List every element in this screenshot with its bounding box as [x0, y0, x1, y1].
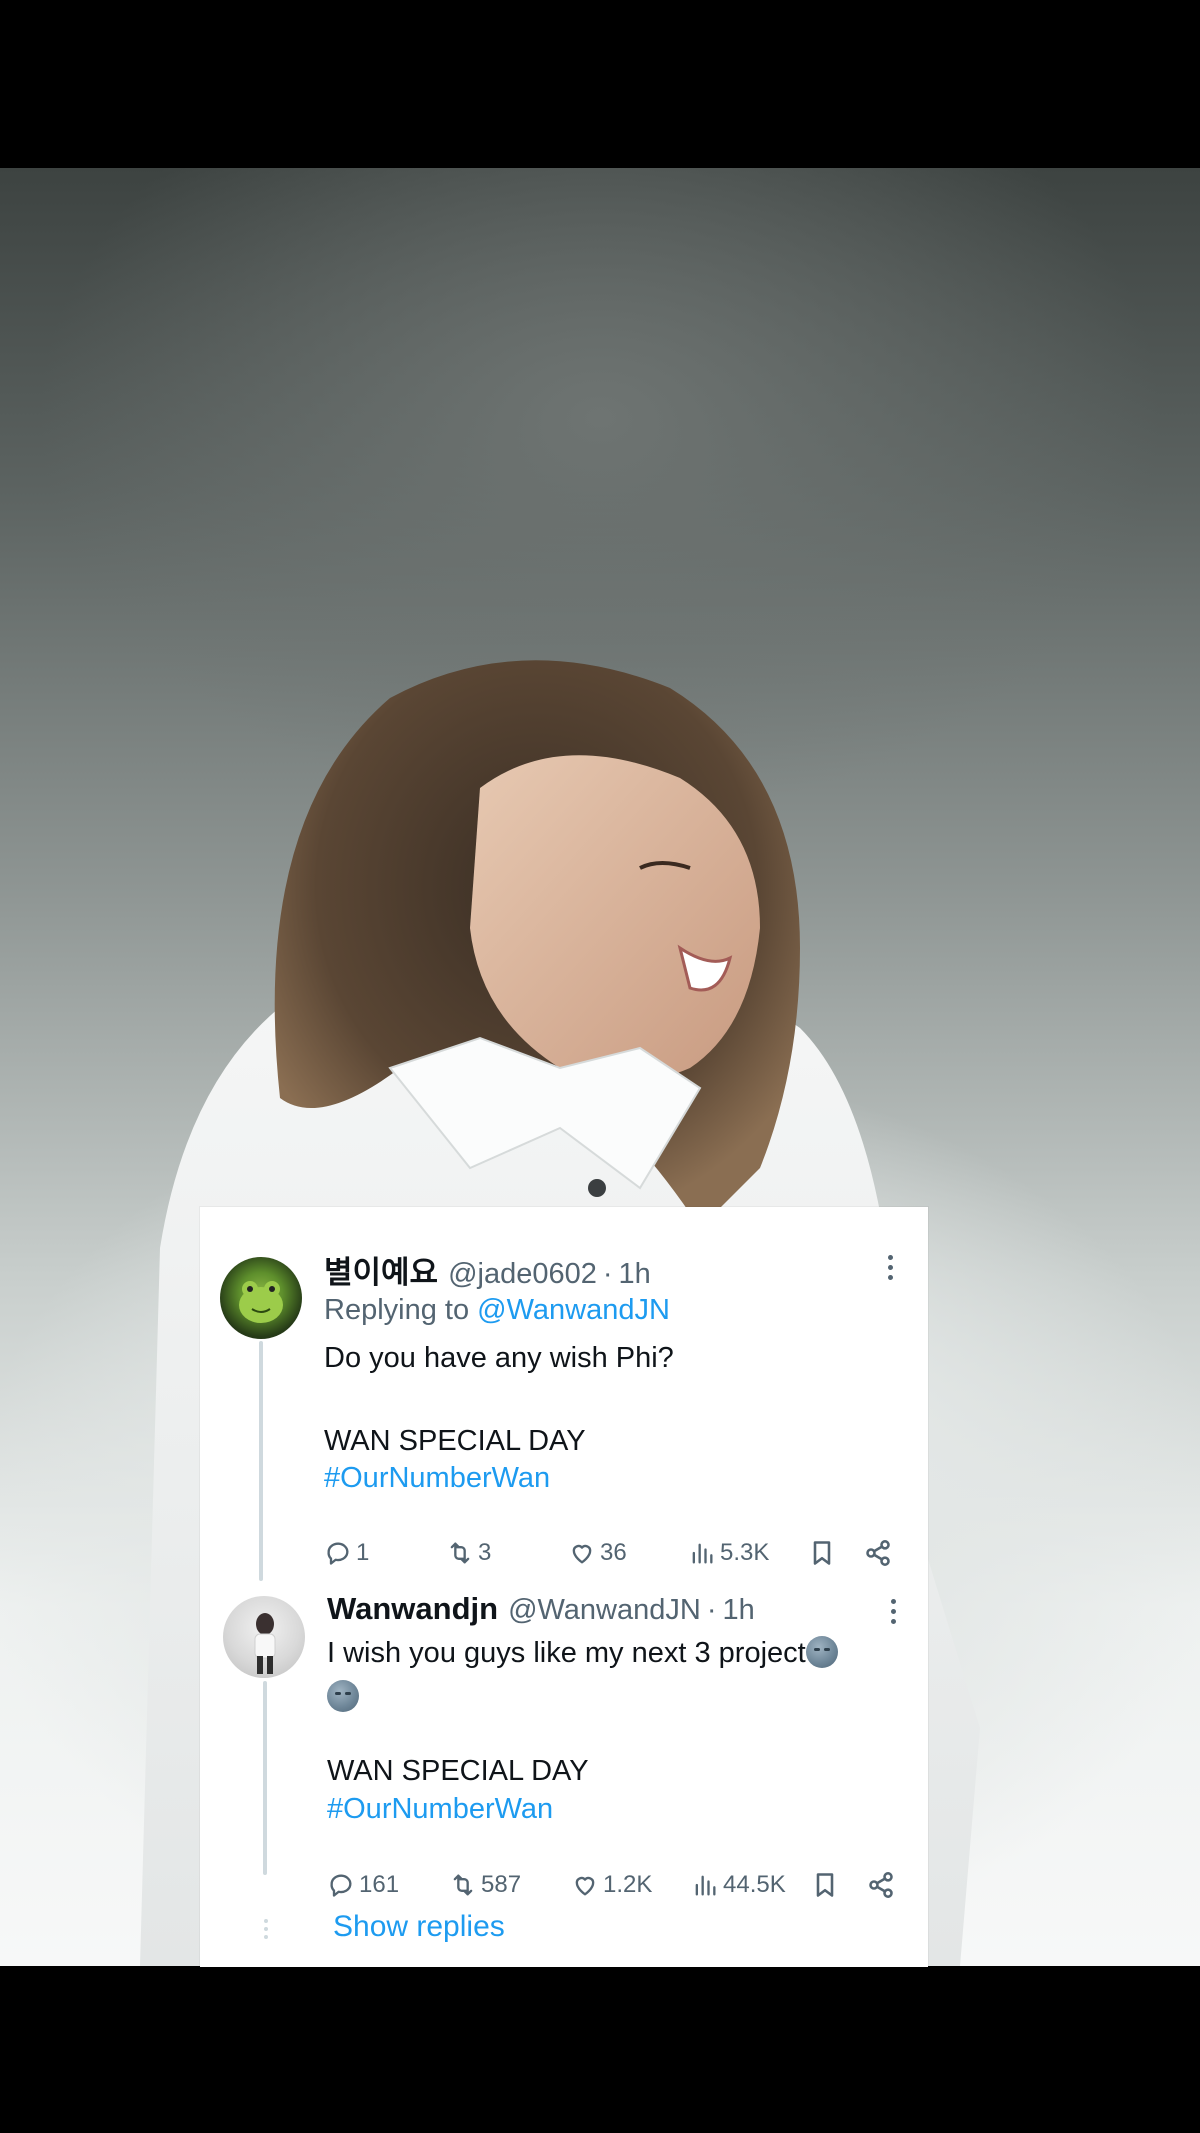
views-count: 44.5K: [723, 1871, 786, 1898]
share-icon: [869, 1872, 893, 1898]
views-icon: [695, 1875, 716, 1896]
bookmark-button[interactable]: [811, 1865, 839, 1905]
views-button[interactable]: 44.5K: [691, 1865, 786, 1905]
tweet-header: 별이예요 @jade0602 · 1h: [324, 1247, 651, 1292]
profile-photo-icon: [254, 1613, 276, 1674]
thread-line: [263, 1681, 267, 1875]
retweet-button[interactable]: 587: [449, 1865, 521, 1905]
moon-emoji-icon: [327, 1680, 359, 1712]
bookmark-button[interactable]: [808, 1533, 836, 1573]
hashtag-link[interactable]: #OurNumberWan: [324, 1462, 550, 1495]
views-icon: [692, 1543, 713, 1564]
replying-to-handle[interactable]: @WanwandJN: [477, 1294, 670, 1326]
retweet-count: 3: [478, 1539, 492, 1566]
user-handle[interactable]: @WanwandJN: [508, 1594, 701, 1627]
tweet-actions: 1 3 36 5.3K: [324, 1533, 904, 1573]
retweet-icon: [453, 1874, 473, 1896]
like-count: 1.2K: [603, 1871, 653, 1898]
reply-count: 1: [356, 1539, 370, 1566]
avatar[interactable]: [220, 1257, 302, 1339]
avatar[interactable]: [223, 1596, 305, 1678]
tweet-actions: 161 587 1.2K 44.5K: [327, 1865, 907, 1905]
replying-to: Replying to @WanwandJN: [324, 1294, 670, 1327]
display-name[interactable]: Wanwandjn: [327, 1591, 498, 1627]
like-button[interactable]: 36: [568, 1533, 627, 1573]
like-icon: [572, 1544, 592, 1564]
bookmark-icon: [813, 1541, 831, 1565]
reply-icon: [327, 1542, 349, 1565]
reply-button[interactable]: 1: [324, 1533, 369, 1573]
reply-button[interactable]: 161: [327, 1865, 399, 1905]
more-replies-dots-icon: [264, 1919, 268, 1939]
moon-emoji-icon: [805, 1636, 838, 1668]
thread-line: [259, 1341, 263, 1581]
tweet-header: Wanwandjn @WanwandJN · 1h: [327, 1591, 755, 1627]
more-icon[interactable]: [875, 1247, 905, 1287]
tweet-thread-card: 별이예요 @jade0602 · 1h Replying to @Wanwand…: [200, 1207, 928, 1967]
timestamp[interactable]: 1h: [723, 1594, 755, 1627]
reply-count: 161: [359, 1871, 400, 1898]
hashtag-link[interactable]: #OurNumberWan: [327, 1793, 553, 1826]
tweet-text-line: [327, 1677, 359, 1718]
retweet-icon: [450, 1542, 470, 1564]
share-icon: [866, 1540, 890, 1566]
show-replies-link[interactable]: Show replies: [333, 1910, 505, 1944]
retweet-button[interactable]: 3: [446, 1533, 491, 1573]
share-button[interactable]: [867, 1865, 895, 1905]
like-count: 36: [600, 1539, 627, 1566]
tweet-text-line: WAN SPECIAL DAY: [327, 1755, 589, 1787]
replying-label: Replying to: [324, 1294, 470, 1326]
frog-plush-icon: [239, 1281, 283, 1323]
reply-icon: [330, 1874, 352, 1897]
tweet-text-line: Do you have any wish Phi?: [324, 1342, 674, 1374]
retweet-count: 587: [481, 1871, 522, 1898]
share-button[interactable]: [864, 1533, 892, 1573]
bookmark-icon: [816, 1873, 834, 1897]
like-icon: [575, 1876, 595, 1896]
tweet-text: I wish you guys like my next 3 project: [327, 1637, 806, 1669]
display-name[interactable]: 별이예요: [324, 1247, 438, 1292]
views-button[interactable]: 5.3K: [688, 1533, 769, 1573]
like-button[interactable]: 1.2K: [571, 1865, 652, 1905]
views-count: 5.3K: [720, 1539, 770, 1566]
tweet-text-line: WAN SPECIAL DAY: [324, 1425, 586, 1457]
tweet-text-line: I wish you guys like my next 3 project: [327, 1633, 838, 1674]
more-icon[interactable]: [878, 1591, 908, 1631]
separator-dot: ·: [706, 1594, 717, 1626]
separator-dot: ·: [602, 1258, 613, 1290]
timestamp[interactable]: 1h: [619, 1258, 651, 1291]
user-handle[interactable]: @jade0602: [448, 1258, 597, 1291]
